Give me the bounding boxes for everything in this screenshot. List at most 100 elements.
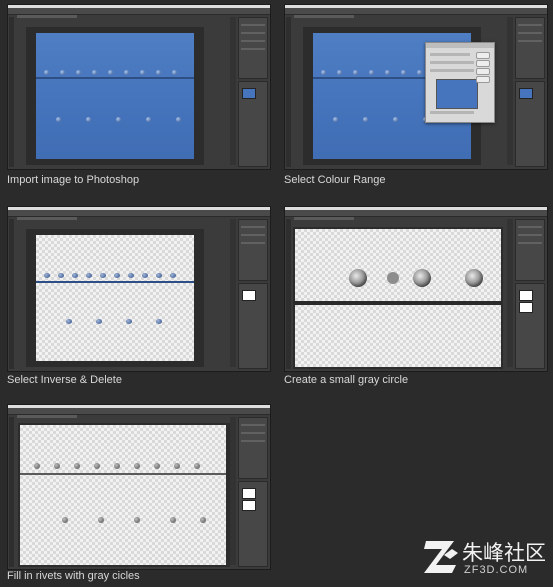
selection-preview [436, 79, 478, 109]
rivet [363, 117, 368, 122]
canvas-area [18, 423, 230, 567]
rivet [142, 273, 148, 278]
rivet [154, 463, 160, 469]
step-caption: Select Inverse & Delete [7, 374, 122, 386]
rivet [417, 70, 422, 75]
rivet [58, 273, 64, 278]
swatches-panel [515, 219, 545, 281]
document-tab [17, 415, 77, 418]
fuzziness-slider[interactable] [430, 61, 474, 64]
rivet [34, 463, 40, 469]
rivet [321, 70, 326, 75]
metal-seam [20, 473, 226, 475]
canvas-area [26, 229, 204, 367]
rivet [170, 273, 176, 278]
rivet [170, 517, 176, 523]
step-3: Select Inverse & Delete [7, 206, 271, 392]
layer-thumbnail [242, 88, 256, 99]
step-caption: Create a small gray circle [284, 374, 409, 386]
layer-thumbnail [519, 88, 533, 99]
swatches-panel [238, 17, 268, 79]
rivet [44, 273, 50, 278]
rivet [72, 273, 78, 278]
canvas-image [20, 425, 226, 565]
rivet [94, 463, 100, 469]
metal-seam [36, 281, 194, 283]
rivet [124, 70, 129, 75]
selection-preview-options[interactable] [430, 111, 474, 114]
rivet [108, 70, 113, 75]
panels-dock [507, 17, 545, 167]
rivet [56, 117, 61, 122]
rivet [353, 70, 358, 75]
metal-seam [36, 77, 194, 79]
color-range-dialog[interactable] [425, 42, 495, 123]
rivet [98, 517, 104, 523]
layers-panel [515, 81, 545, 167]
rivet [200, 517, 206, 523]
step-1: Import image to Photoshop [7, 4, 271, 190]
document-tab [17, 15, 77, 18]
rivet [60, 70, 65, 75]
tools-panel [286, 17, 291, 167]
rivet [66, 319, 72, 324]
layer-thumbnail [519, 290, 533, 301]
panel-icons [507, 17, 513, 165]
rivet [100, 273, 106, 278]
metal-seam [295, 301, 501, 305]
panels-dock [230, 17, 268, 167]
step-2: Select Colour Range [284, 4, 548, 190]
rivet [401, 70, 406, 75]
swatches-panel [238, 219, 268, 281]
rivet [385, 70, 390, 75]
rivet [465, 269, 483, 287]
watermark: 朱峰社区 ZF3D.COM [422, 533, 550, 583]
rivet [62, 517, 68, 523]
photoshop-screenshot [284, 4, 548, 170]
canvas-area [293, 227, 503, 369]
rivet [176, 117, 181, 122]
canvas-image [295, 229, 501, 367]
watermark-site-name: 朱峰社区 [462, 541, 546, 565]
options-bar [8, 8, 270, 15]
swatches-panel [515, 17, 545, 79]
select-dropdown[interactable] [430, 53, 470, 56]
layers-panel [515, 283, 545, 369]
zf-logo-icon [424, 541, 458, 573]
rivet [86, 273, 92, 278]
rivet [156, 273, 162, 278]
options-bar [8, 210, 270, 217]
rivet [174, 463, 180, 469]
tools-panel [9, 417, 14, 567]
rivet [96, 319, 102, 324]
ok-button[interactable] [476, 52, 490, 59]
save-button[interactable] [476, 76, 490, 83]
canvas-area [26, 27, 204, 165]
rivet [128, 273, 134, 278]
cancel-button[interactable] [476, 60, 490, 67]
layer-thumbnail [242, 488, 256, 499]
watermark-url: ZF3D.COM [464, 564, 529, 576]
options-bar [285, 8, 547, 15]
layers-panel [238, 81, 268, 167]
load-button[interactable] [476, 68, 490, 75]
panel-icons [230, 219, 236, 367]
layer-thumbnail [519, 302, 533, 313]
layer-thumbnail [242, 290, 256, 301]
rivet [333, 117, 338, 122]
rivet [369, 70, 374, 75]
rivet [44, 70, 49, 75]
layers-panel [238, 481, 268, 567]
rivet [413, 269, 431, 287]
canvas-image [36, 33, 194, 159]
step-5: Fill in rivets with gray cicles [7, 404, 271, 586]
rivet [156, 70, 161, 75]
range-slider[interactable] [430, 69, 474, 72]
rivet [86, 117, 91, 122]
rivet [194, 463, 200, 469]
gray-circle [387, 272, 399, 284]
document-tab [17, 217, 77, 220]
rivet [114, 273, 120, 278]
rivet [126, 319, 132, 324]
step-caption: Select Colour Range [284, 174, 386, 186]
